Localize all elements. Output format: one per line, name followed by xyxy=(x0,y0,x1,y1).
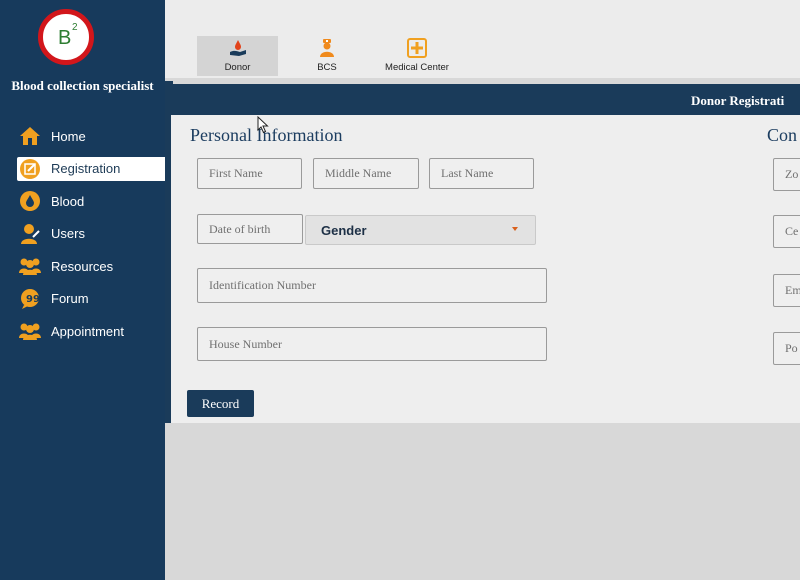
sidebar-item-forum[interactable]: 99 Forum xyxy=(17,287,165,311)
tab-label: BCS xyxy=(317,62,337,73)
logo-letter: B xyxy=(58,27,72,49)
sidebar-item-registration[interactable]: Registration xyxy=(17,156,165,181)
tab-bcs[interactable]: BCS xyxy=(287,36,367,76)
sidebar-item-label: Blood xyxy=(51,193,85,209)
sidebar-item-users[interactable]: Users xyxy=(17,222,165,246)
sidebar-item-label: Appointment xyxy=(51,323,124,339)
gender-select[interactable]: Gender xyxy=(305,215,536,245)
contact-field-postal[interactable]: Po xyxy=(773,332,800,365)
sidebar-item-label: Home xyxy=(51,128,86,144)
tab-medical-center[interactable]: Medical Center xyxy=(375,36,459,76)
contact-field-cell[interactable]: Ce xyxy=(773,215,800,248)
sidebar-item-label: Resources xyxy=(51,258,114,274)
contact-heading: Con xyxy=(767,125,798,145)
people-icon xyxy=(18,255,42,277)
mouse-cursor-icon xyxy=(257,116,269,134)
tab-label: Donor xyxy=(224,62,251,73)
sidebar-item-home[interactable]: Home xyxy=(17,124,165,148)
last-name-field[interactable]: Last Name xyxy=(429,158,534,189)
user-icon xyxy=(18,223,42,245)
date-of-birth-field[interactable]: Date of birth xyxy=(197,214,303,244)
blood-icon xyxy=(18,190,42,212)
nurse-icon xyxy=(287,37,367,59)
first-name-field[interactable]: First Name xyxy=(197,158,302,189)
donor-icon xyxy=(197,37,278,59)
sidebar: B 2 Blood collection specialist Home Reg… xyxy=(0,0,165,580)
sidebar-item-label: Forum xyxy=(51,291,89,306)
house-number-field[interactable]: House Number xyxy=(197,327,547,361)
tab-label: Medical Center xyxy=(385,62,449,73)
logo-superscript: 2 xyxy=(72,22,78,33)
panel-header: Donor Registrati xyxy=(171,84,800,115)
sidebar-item-appointment[interactable]: Appointment xyxy=(17,319,165,343)
contact-field-zone[interactable]: Zo xyxy=(773,158,800,191)
tab-donor[interactable]: Donor xyxy=(197,36,278,76)
sidebar-item-blood[interactable]: Blood xyxy=(17,189,165,213)
top-tab-bar: Donor BCS Medical Center xyxy=(165,0,800,78)
identification-number-field[interactable]: Identification Number xyxy=(197,268,547,303)
record-button[interactable]: Record xyxy=(187,390,254,417)
chevron-down-icon xyxy=(512,227,518,231)
contact-field-email[interactable]: Em xyxy=(773,274,800,307)
chat-icon: 99 xyxy=(18,288,42,310)
app-name: Blood collection specialist xyxy=(11,78,154,93)
group-icon xyxy=(18,320,42,342)
sidebar-nav: Home Registration Blood Users Resources xyxy=(17,124,165,352)
gender-select-value: Gender xyxy=(321,222,367,238)
middle-name-field[interactable]: Middle Name xyxy=(313,158,419,189)
sidebar-item-label: Users xyxy=(51,226,85,241)
app-logo[interactable]: B 2 xyxy=(38,9,94,65)
sidebar-item-resources[interactable]: Resources xyxy=(17,254,165,278)
panel-title: Donor Registrati xyxy=(691,93,785,108)
sidebar-item-label: Registration xyxy=(51,161,121,176)
edit-icon xyxy=(18,158,42,180)
home-icon xyxy=(18,125,42,147)
medical-cross-icon xyxy=(375,37,459,59)
svg-text:99: 99 xyxy=(26,294,40,305)
